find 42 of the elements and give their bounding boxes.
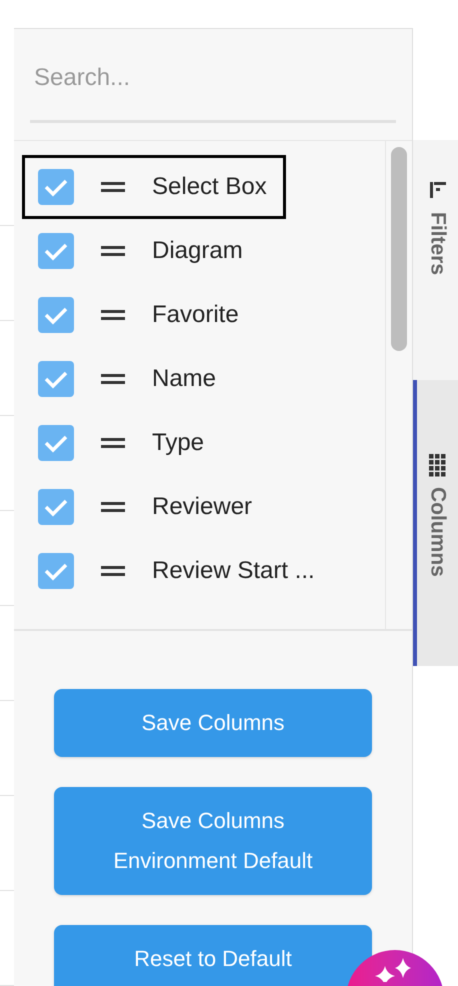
checkbox[interactable] [38,297,74,333]
column-list-item[interactable]: Type [22,411,286,475]
column-name: Diagram [152,236,243,266]
checkbox[interactable] [38,489,74,525]
checkmark-icon [43,433,69,453]
checkmark-icon [43,497,69,517]
checkbox[interactable] [38,425,74,461]
drag-handle-icon[interactable] [101,182,125,192]
drag-handle-icon[interactable] [101,566,125,576]
checkbox[interactable] [38,361,74,397]
side-tab[interactable]: Filters [413,140,458,380]
checkbox[interactable] [38,553,74,589]
column-name: Name [152,364,216,394]
drag-handle-icon[interactable] [101,438,125,448]
column-list-item[interactable]: Select Box [22,155,286,219]
side-tab[interactable]: Columns [413,380,458,666]
column-list-item[interactable]: Reviewer [22,475,286,539]
checkmark-icon [43,561,69,581]
checkbox[interactable] [38,233,74,269]
checkmark-icon [43,177,69,197]
column-name: Reviewer [152,492,252,522]
column-name: Review Start ... [152,556,315,586]
side-tab-label: Filters [425,212,450,276]
column-list-item[interactable]: Favorite [22,283,286,347]
checkmark-icon [43,305,69,325]
drag-handle-icon[interactable] [101,502,125,512]
column-list-item[interactable]: Name [22,347,286,411]
drag-handle-icon[interactable] [101,310,125,320]
column-list-item[interactable]: Diagram [22,219,286,283]
drag-handle-icon[interactable] [101,374,125,384]
grid-icon [429,454,446,477]
column-list-item[interactable]: Review Start ... [22,539,328,603]
search-field[interactable]: Search... [30,57,396,123]
scrollbar-thumb[interactable] [391,147,407,351]
drag-handle-icon[interactable] [101,246,125,256]
side-tab-label: Columns [425,487,450,577]
column-name: Favorite [152,300,239,330]
checkmark-icon [43,241,69,261]
column-name: Type [152,428,204,458]
column-name: Select Box [152,172,267,202]
checkbox[interactable] [38,169,74,205]
checkmark-icon [43,369,69,389]
